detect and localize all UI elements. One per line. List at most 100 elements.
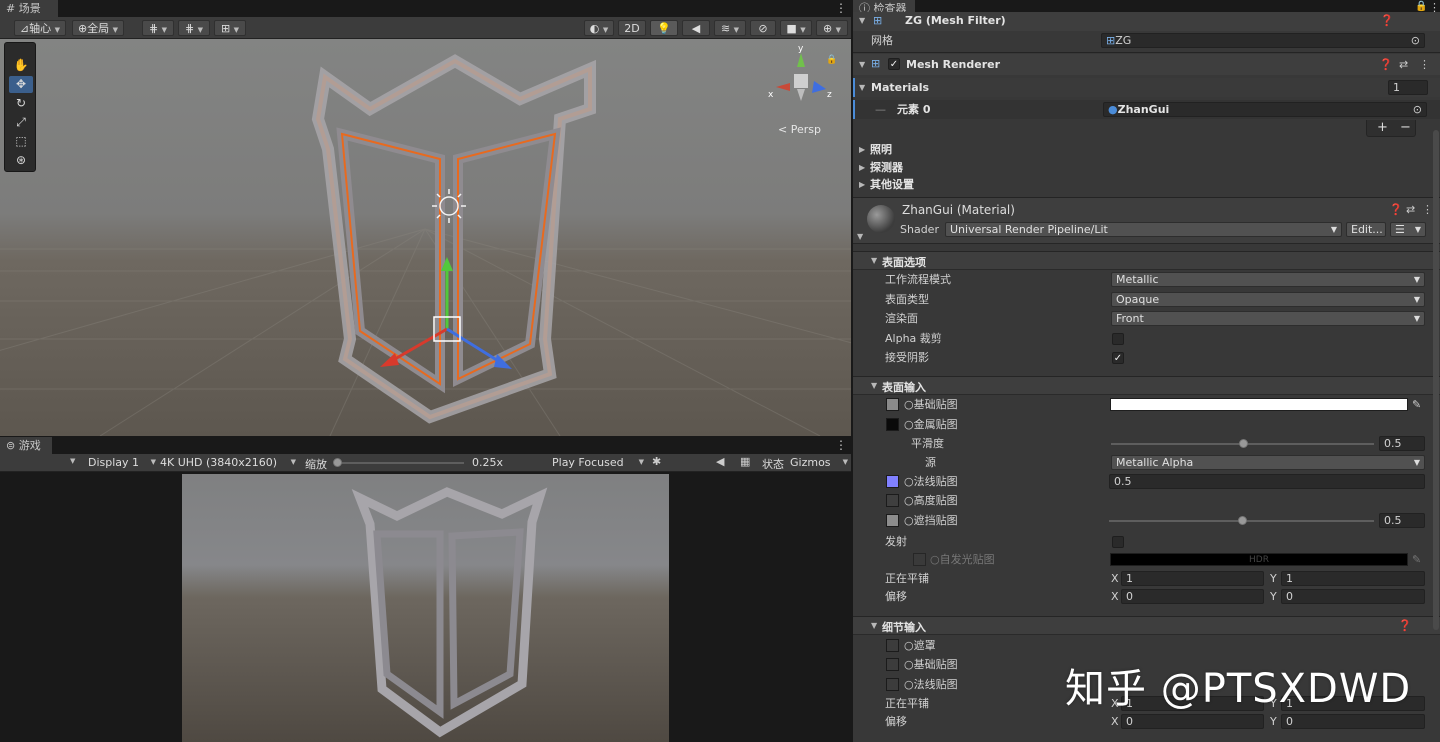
eyedropper-icon[interactable]: ✎ [1412,550,1421,569]
rect-tool-icon[interactable]: ⬚ [9,133,33,150]
increment-snap-button[interactable]: ⋕ ▼ [178,20,210,36]
mute-audio-icon[interactable]: ◀ [716,455,724,468]
height-map-thumbnail[interactable] [886,494,899,507]
detail-base-map-thumbnail[interactable] [886,658,899,671]
resolution-dropdown[interactable]: 4K UHD (3840x2160) ▼ [160,456,300,469]
mesh-field[interactable]: ⊞ZG ⊙ [1101,33,1425,48]
detail-offset-y-field[interactable]: 0 [1281,714,1425,729]
effects-button[interactable]: ≋ ▼ [714,20,746,36]
help-icon[interactable]: ❓ [1380,14,1394,27]
scale-tool-icon[interactable]: ⤢ [9,114,33,131]
move-tool-icon[interactable]: ✥ [9,76,33,93]
offset-x-field[interactable]: 0 [1121,589,1264,604]
remove-element-button[interactable]: − [1400,120,1411,135]
draw-mode-button[interactable]: ◐ ▼ [584,20,614,36]
component-menu-icon[interactable]: ⋮ [1422,203,1433,216]
materials-count-field[interactable]: 1 [1388,80,1428,95]
base-color-swatch[interactable] [1110,398,1408,411]
rotate-tool-icon[interactable]: ↻ [9,95,33,112]
mesh-filter-header[interactable]: ▼ ⊞ ZG (Mesh Filter) ❓ [853,12,1440,31]
smoothness-slider-knob[interactable] [1239,439,1248,448]
tiling-x-field[interactable]: 1 [1121,571,1264,586]
workflow-dropdown[interactable]: Metallic ▼ [1111,272,1425,287]
game-view-dropdown[interactable]: ▼ [70,457,75,465]
game-more-icon[interactable]: ⋮ [835,438,847,452]
audio-toggle[interactable]: ◀ [682,20,710,36]
tab-scene[interactable]: # 场景 [0,0,58,17]
play-mode-dropdown[interactable]: Play Focused ▼ [552,456,644,469]
object-picker-icon[interactable]: ⊙ [1411,34,1420,47]
occlusion-field[interactable]: 0.5 [1379,513,1425,528]
display-dropdown[interactable]: Display 1 ▼ [88,456,156,469]
scale-slider[interactable] [333,458,464,467]
normal-map-thumbnail[interactable] [886,475,899,488]
lighting-toggle[interactable]: 💡 [650,20,678,36]
receive-shadows-checkbox[interactable]: ✓ [1112,352,1124,364]
help-icon[interactable]: ❓ [1379,58,1393,71]
game-viewport[interactable] [182,474,669,742]
tiling-y-field[interactable]: 1 [1281,571,1425,586]
emission-color-swatch[interactable]: HDR [1110,553,1408,566]
shader-edit-button[interactable]: Edit... [1346,222,1386,237]
occlusion-slider-knob[interactable] [1238,516,1247,525]
global-toggle[interactable]: ⊕全局 ▼ [72,20,124,36]
smoothness-field[interactable]: 0.5 [1379,436,1425,451]
other-settings-foldout[interactable]: ▶ 其他设置 [853,175,1440,194]
pivot-toggle[interactable]: ⊿轴心 ▼ [14,20,66,36]
shader-menu-button[interactable]: ☰ ▼ [1390,222,1426,237]
offset-y-field[interactable]: 0 [1281,589,1425,604]
metallic-map-thumbnail[interactable] [886,418,899,431]
detail-mask-thumbnail[interactable] [886,639,899,652]
material-field[interactable]: ●ZhanGui ⊙ [1103,102,1427,117]
eyedropper-icon[interactable]: ✎ [1412,395,1421,414]
persp-label[interactable]: < Persp [778,123,821,136]
detail-normal-map-thumbnail[interactable] [886,678,899,691]
2d-toggle[interactable]: 2D [618,20,646,36]
aspect-icon[interactable]: ▦ [740,455,750,468]
detail-offset-x-field[interactable]: 0 [1121,714,1264,729]
drag-handle-icon[interactable]: — [875,100,886,119]
inspector-lock-icon[interactable]: 🔒 [1415,1,1427,12]
scene-more-icon[interactable]: ⋮ [835,1,847,15]
emission-map-thumbnail[interactable] [913,553,926,566]
align-button[interactable]: ⊞ ▼ [214,20,246,36]
surface-inputs-header[interactable]: ▼ 表面输入 [853,376,1440,395]
gizmo-button[interactable]: ⊕ ▼ [816,20,848,36]
object-picker-icon[interactable]: ⊙ [1413,103,1422,116]
camera-button[interactable]: ■ ▼ [780,20,812,36]
render-face-dropdown[interactable]: Front ▼ [1111,311,1425,326]
detail-inputs-header[interactable]: ▼ 细节输入 ❓ [853,616,1440,635]
presets-icon[interactable]: ⇄ [1406,203,1415,216]
materials-row[interactable]: ▼ Materials 1 [853,78,1440,97]
normal-scale-field[interactable]: 0.5 [1109,474,1425,489]
shader-dropdown[interactable]: Universal Render Pipeline/Lit ▼ [945,222,1342,237]
base-map-thumbnail[interactable] [886,398,899,411]
visibility-toggle[interactable]: ⊘ [750,20,776,36]
emission-checkbox[interactable] [1112,536,1124,548]
alpha-clip-checkbox[interactable] [1112,333,1124,345]
gizmos-dropdown[interactable]: Gizmos ▼ [790,456,848,469]
source-dropdown[interactable]: Metallic Alpha ▼ [1111,455,1425,470]
lighting-foldout[interactable]: ▶ 照明 [853,140,1440,159]
scale-slider-knob[interactable] [333,458,342,467]
component-menu-icon[interactable]: ⋮ [1419,58,1430,71]
occlusion-map-thumbnail[interactable] [886,514,899,527]
surface-options-header[interactable]: ▼ 表面选项 [853,251,1440,270]
orientation-gizmo[interactable]: y x z [768,44,834,113]
grid-snap-button[interactable]: ⋕ ▼ [142,20,174,36]
lock-icon[interactable]: 🔒 [826,55,837,65]
mesh-renderer-header[interactable]: ▼ ⊞ ✓ Mesh Renderer ❓ ⇄ ⋮ [853,54,1440,75]
inspector-scrollbar[interactable] [1433,130,1439,630]
stats-button[interactable]: 状态 [762,456,784,472]
tab-game[interactable]: ⊜ 游戏 [0,437,52,454]
surface-type-dropdown[interactable]: Opaque ▼ [1111,292,1425,307]
help-icon[interactable]: ❓ [1389,203,1403,216]
presets-icon[interactable]: ⇄ [1399,58,1408,71]
transform-tool-icon[interactable]: ⊛ [9,152,33,169]
scene-viewport[interactable]: ✋ ✥ ↻ ⤢ ⬚ ⊛ y x z 🔒 < Persp [0,39,851,436]
hand-tool-icon[interactable]: ✋ [9,57,33,74]
add-element-button[interactable]: + [1377,120,1388,135]
bug-icon[interactable]: ✱ [652,455,661,468]
help-icon[interactable]: ❓ [1398,619,1412,632]
mesh-renderer-enabled-checkbox[interactable]: ✓ [888,58,900,70]
